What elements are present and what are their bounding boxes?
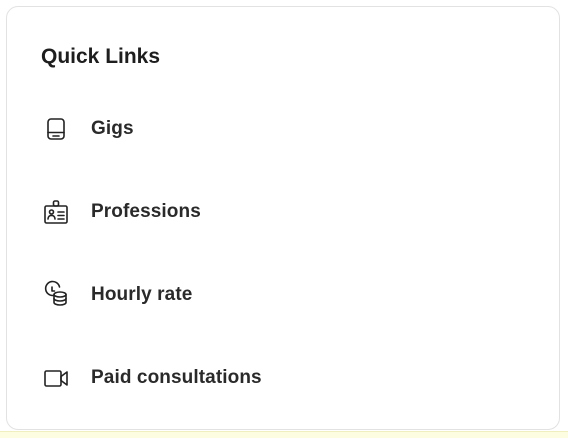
link-label-gigs: Gigs	[91, 118, 134, 139]
link-gigs[interactable]: Gigs	[39, 101, 519, 157]
link-label-paid-consultations: Paid consultations	[91, 367, 262, 388]
clock-coins-icon	[39, 278, 73, 312]
link-professions[interactable]: Professions	[39, 184, 519, 240]
card-title: Quick Links	[41, 45, 161, 68]
quick-links-list: Gigs Professions Hourly rate Paid consul…	[39, 101, 519, 433]
bottom-highlight-strip	[0, 431, 568, 438]
link-label-hourly-rate: Hourly rate	[91, 284, 193, 305]
video-camera-icon	[39, 361, 73, 395]
page: Quick Links Gigs Professions Hourly rate…	[0, 0, 568, 438]
link-label-professions: Professions	[91, 201, 201, 222]
link-paid-consultations[interactable]: Paid consultations	[39, 350, 519, 406]
tablet-icon	[39, 112, 73, 146]
link-hourly-rate[interactable]: Hourly rate	[39, 267, 519, 323]
id-badge-icon	[39, 195, 73, 229]
quick-links-card: Quick Links Gigs Professions Hourly rate…	[6, 6, 560, 430]
